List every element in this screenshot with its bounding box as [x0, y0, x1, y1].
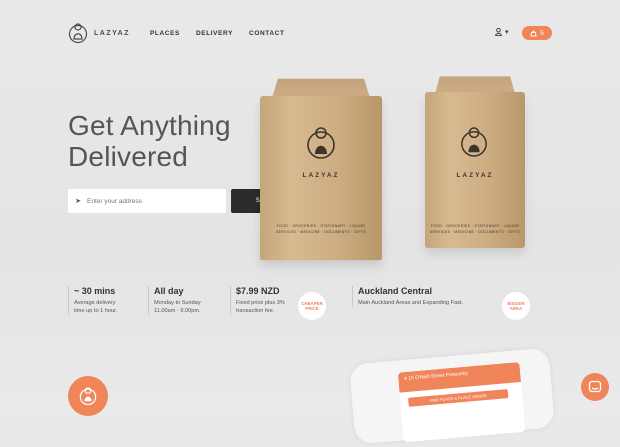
- logo-icon: [68, 23, 88, 44]
- location-arrow-icon: ➤: [75, 198, 81, 205]
- hero-line-1: Get Anything: [68, 110, 231, 141]
- cart-icon: [530, 30, 537, 36]
- feature-title: All day: [154, 286, 184, 296]
- main-nav: PLACES DELIVERY CONTACT: [150, 30, 285, 37]
- chat-button[interactable]: [581, 373, 609, 401]
- phone-app-bar: ▾ 15 O'Neill Street Ponsonby: [397, 362, 522, 393]
- chat-icon: [588, 380, 602, 393]
- bag-logo-icon-2: [461, 127, 487, 157]
- feature-price: $7.99 NZD Fixed price plus 3% transactio…: [230, 286, 302, 315]
- bottom-logo-badge: [68, 376, 108, 416]
- nav-delivery[interactable]: DELIVERY: [196, 30, 233, 37]
- user-icon: [495, 28, 502, 36]
- address-input[interactable]: [85, 196, 219, 206]
- bag-fine-1: FOOD · GROCERIES · STATIONARY · LIQUOR: [276, 224, 366, 228]
- address-field[interactable]: ➤: [68, 189, 226, 213]
- phone-mockup: ▾ 15 O'Neill Street Ponsonby FIND PLACE …: [348, 347, 556, 445]
- cheaper-price-badge: CHEAPER PRICE: [298, 292, 326, 320]
- feature-area: Auckland Central Main Auckland Areas and…: [352, 286, 488, 307]
- bag-fine-3: FOOD · GROCERIES · STATIONARY · LIQUOR: [430, 224, 520, 228]
- paper-bag-right: LAZYAZ FOOD · GROCERIES · STATIONARY · L…: [425, 72, 525, 248]
- brand-logo[interactable]: LAZYAZ: [68, 22, 130, 44]
- logo-icon-white: [79, 387, 97, 406]
- feature-text: Main Auckland Areas and Expanding Fast.: [358, 300, 464, 306]
- chevron-down-icon: ▾: [505, 29, 509, 36]
- feature-text: Fixed price plus 3%: [236, 300, 285, 306]
- phone-banner: FIND PLACE & PLACE ORDER: [407, 389, 509, 407]
- bigger-area-badge: BIGGER AREA: [502, 292, 530, 320]
- user-menu[interactable]: ▾: [495, 28, 509, 36]
- bag-brand-2: LAZYAZ: [456, 172, 494, 179]
- phone-screen: ▾ 15 O'Neill Street Ponsonby FIND PLACE …: [397, 362, 526, 443]
- hero-headline: Get Anything Delivered: [68, 110, 231, 172]
- feature-title: ~ 30 mins: [74, 286, 116, 296]
- phone-address: ▾ 15 O'Neill Street Ponsonby: [404, 370, 469, 383]
- bag-logo-icon: [307, 127, 335, 159]
- cart-button[interactable]: 5: [522, 26, 552, 40]
- feature-title: Auckland Central: [358, 286, 433, 296]
- bag-brand: LAZYAZ: [302, 172, 340, 179]
- feature-title: $7.99 NZD: [236, 286, 280, 296]
- nav-contact[interactable]: CONTACT: [249, 30, 285, 37]
- feature-delivery-time: ~ 30 mins Average delivery time up to 1 …: [68, 286, 142, 315]
- brand-name: LAZYAZ: [94, 29, 130, 37]
- paper-bag-left: LAZYAZ FOOD · GROCERIES · STATIONARY · L…: [260, 74, 382, 260]
- feature-hours: All day Monday to Sunday 11.00am - 9.00p…: [148, 286, 222, 315]
- feature-text: Average delivery: [74, 300, 116, 306]
- nav-places[interactable]: PLACES: [150, 30, 180, 37]
- bag-fine-4: SERVICES · MEDICINE · DOCUMENTS · GIFTS: [429, 230, 521, 234]
- cart-count: 5: [540, 29, 544, 37]
- feature-text: 11.00am - 9.00pm.: [154, 308, 201, 314]
- bag-fine-2: SERVICES · MEDICINE · DOCUMENTS · GIFTS: [275, 230, 367, 234]
- feature-text: Monday to Sunday: [154, 300, 201, 306]
- feature-text: time up to 1 hour.: [74, 308, 118, 314]
- feature-text: transaction fee.: [236, 308, 275, 314]
- hero-line-2: Delivered: [68, 141, 189, 172]
